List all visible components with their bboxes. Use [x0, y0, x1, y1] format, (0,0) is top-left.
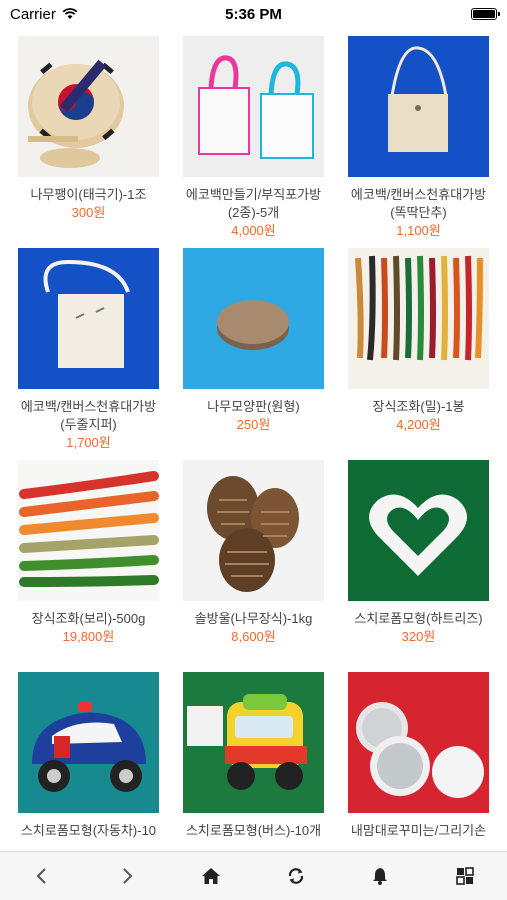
product-card[interactable]: 솔방울(나무장식)-1kg 8,600원	[171, 460, 336, 672]
product-card[interactable]: 나무팽이(태극기)-1조 300원	[6, 36, 171, 248]
back-icon	[36, 868, 46, 884]
carrier-label: Carrier	[10, 5, 56, 23]
product-price: 1,100원	[396, 223, 441, 238]
product-price: 19,800원	[62, 629, 115, 644]
product-image-decorative-wheat[interactable]	[348, 248, 489, 389]
product-name[interactable]: 에코백/캔버스천휴대가방 (두줄지퍼)	[7, 398, 170, 434]
product-name[interactable]: 에코백/캔버스천휴대가방 (똑딱단추)	[337, 186, 500, 222]
refresh-icon	[288, 868, 303, 884]
product-card[interactable]: 나무모양판(원형) 250원	[171, 248, 336, 460]
product-image-wooden-top[interactable]	[18, 36, 159, 177]
wifi-icon	[62, 8, 78, 19]
forward-button[interactable]	[107, 856, 147, 896]
refresh-button[interactable]	[276, 856, 316, 896]
product-card[interactable]: 장식조화(밀)-1봉 4,200원	[336, 248, 501, 460]
product-name[interactable]: 나무모양판(원형)	[172, 398, 335, 416]
product-image-wooden-disc[interactable]	[183, 248, 324, 389]
status-bar: Carrier 5:36 PM	[0, 0, 507, 28]
product-name[interactable]: 장식조화(밀)-1봉	[337, 398, 500, 416]
product-price: 320원	[401, 629, 436, 644]
product-card[interactable]: 내맘대로꾸미는/그리기손	[336, 672, 501, 852]
product-image-foam-bus[interactable]	[183, 672, 324, 813]
product-image-compact-mirror[interactable]	[348, 672, 489, 813]
product-image-eco-bags[interactable]	[183, 36, 324, 177]
product-price: 1,700원	[66, 435, 111, 450]
product-image-foam-heart-wreath[interactable]	[348, 460, 489, 601]
bell-icon	[373, 868, 388, 885]
home-button[interactable]	[191, 856, 231, 896]
product-price: 250원	[236, 417, 271, 432]
battery-icon	[471, 8, 500, 20]
product-card[interactable]: 에코백/캔버스천휴대가방 (두줄지퍼) 1,700원	[6, 248, 171, 460]
home-icon	[202, 868, 221, 884]
product-name[interactable]: 스치로폼모형(버스)-10개	[172, 822, 335, 840]
product-price: 4,000원	[231, 223, 276, 238]
product-price: 8,600원	[231, 629, 276, 644]
product-image-foam-car[interactable]	[18, 672, 159, 813]
product-card[interactable]: 에코백만들기/부직포가방 (2종)-5개 4,000원	[171, 36, 336, 248]
product-image-decorative-barley[interactable]	[18, 460, 159, 601]
product-name[interactable]: 장식조화(보리)-500g	[7, 610, 170, 628]
product-card[interactable]: 스치로폼모형(버스)-10개	[171, 672, 336, 852]
product-card[interactable]: 에코백/캔버스천휴대가방 (똑딱단추) 1,100원	[336, 36, 501, 248]
product-name[interactable]: 솔방울(나무장식)-1kg	[172, 610, 335, 628]
product-grid: 나무팽이(태극기)-1조 300원 에코백만들기/부직포가방 (2종)-5개 4…	[0, 36, 507, 852]
product-name[interactable]: 나무팽이(태극기)-1조	[7, 186, 170, 204]
product-name[interactable]: 에코백만들기/부직포가방 (2종)-5개	[172, 186, 335, 222]
product-price: 300원	[71, 205, 106, 220]
bottom-nav-bar	[0, 851, 507, 900]
product-image-canvas-bag-snap[interactable]	[348, 36, 489, 177]
product-name[interactable]: 내맘대로꾸미는/그리기손	[337, 822, 500, 840]
product-name[interactable]: 스치로폼모형(하트리즈)	[337, 610, 500, 628]
qr-button[interactable]	[445, 856, 485, 896]
product-card[interactable]: 장식조화(보리)-500g 19,800원	[6, 460, 171, 672]
back-button[interactable]	[22, 856, 62, 896]
notifications-button[interactable]	[360, 856, 400, 896]
product-image-pine-cones[interactable]	[183, 460, 324, 601]
product-image-canvas-bag-zipper[interactable]	[18, 248, 159, 389]
qr-icon	[455, 867, 474, 885]
product-price: 4,200원	[396, 417, 441, 432]
product-card[interactable]: 스치로폼모형(하트리즈) 320원	[336, 460, 501, 672]
product-name[interactable]: 스치로폼모형(자동차)-10	[7, 822, 170, 840]
forward-icon	[123, 868, 133, 884]
product-card[interactable]: 스치로폼모형(자동차)-10	[6, 672, 171, 852]
